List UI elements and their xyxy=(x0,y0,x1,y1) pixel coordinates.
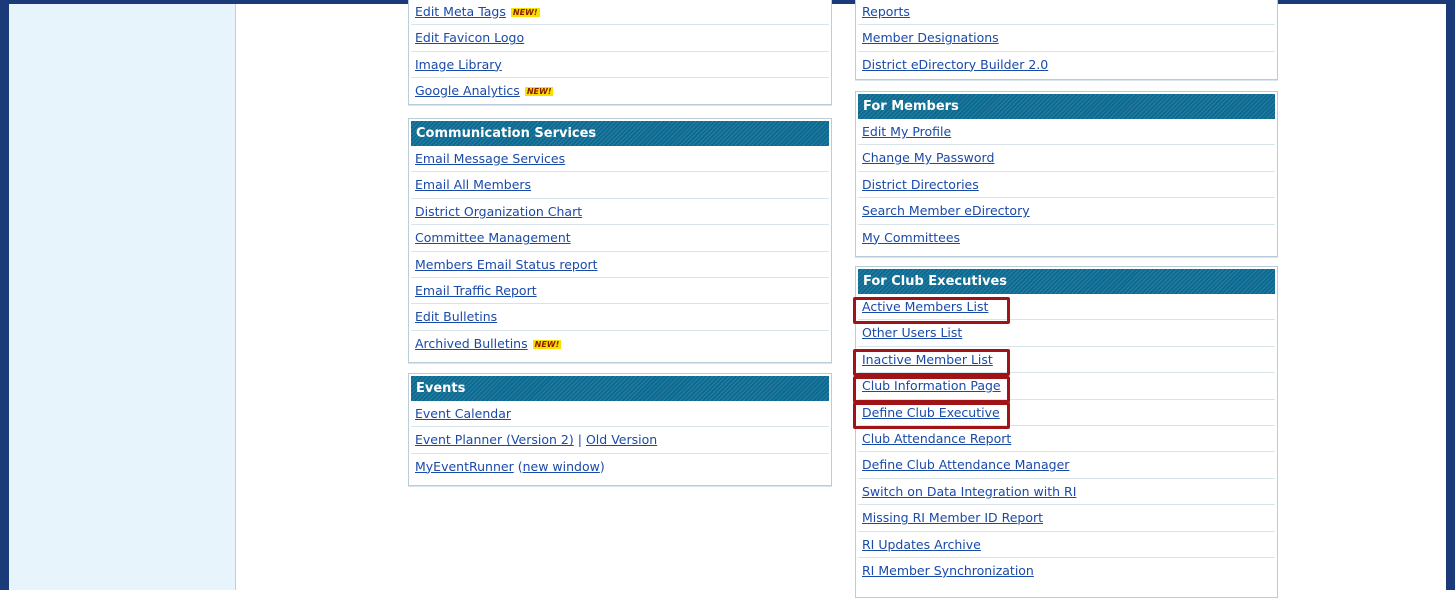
email-message-services-link[interactable]: Email Message Services xyxy=(415,151,565,166)
communication-services-header: Communication Services xyxy=(411,121,829,146)
menu-row: Search Member eDirectory xyxy=(858,198,1275,225)
active-members-list-link[interactable]: Active Members List xyxy=(862,299,988,314)
menu-row: MyEventRunner (new window) xyxy=(411,454,829,480)
menu-row: Change My Password xyxy=(858,145,1275,172)
communication-services-panel: Communication Services Email Message Ser… xyxy=(408,118,832,363)
my-committees-link[interactable]: My Committees xyxy=(862,230,960,245)
my-event-runner-link[interactable]: MyEventRunner xyxy=(415,459,514,474)
menu-row: Club Information Page xyxy=(858,373,1275,400)
menu-row: Edit Meta Tags NEW! xyxy=(411,0,829,26)
archived-bulletins-link[interactable]: Archived Bulletins xyxy=(415,336,528,351)
district-edirectory-builder-link[interactable]: District eDirectory Builder 2.0 xyxy=(862,57,1048,72)
inactive-member-list-link[interactable]: Inactive Member List xyxy=(862,352,993,367)
left-sidebar xyxy=(9,4,236,590)
menu-row: Member Designations xyxy=(858,25,1275,52)
other-users-list-link[interactable]: Other Users List xyxy=(862,325,962,340)
define-club-attendance-manager-link[interactable]: Define Club Attendance Manager xyxy=(862,457,1069,472)
website-tools-panel: Edit Meta Tags NEW! Edit Favicon Logo Ima… xyxy=(408,0,832,105)
menu-row: Google Analytics NEW! xyxy=(411,78,829,104)
edit-my-profile-link[interactable]: Edit My Profile xyxy=(862,124,951,139)
for-club-executives-panel: For Club Executives Active Members List … xyxy=(855,266,1278,598)
event-calendar-link[interactable]: Event Calendar xyxy=(415,406,511,421)
menu-row: Active Members List xyxy=(858,294,1275,321)
window-right-border xyxy=(1446,0,1455,590)
menu-row: Define Club Executive xyxy=(858,400,1275,426)
club-information-page-link[interactable]: Club Information Page xyxy=(862,378,1001,393)
for-members-panel: For Members Edit My Profile Change My Pa… xyxy=(855,91,1278,257)
district-organization-chart-link[interactable]: District Organization Chart xyxy=(415,204,582,219)
menu-row: Image Library xyxy=(411,52,829,79)
new-window-link[interactable]: new window xyxy=(523,459,600,474)
image-library-link[interactable]: Image Library xyxy=(415,57,502,72)
email-all-members-link[interactable]: Email All Members xyxy=(415,177,531,192)
menu-row: RI Updates Archive xyxy=(858,532,1275,558)
define-club-executive-link[interactable]: Define Club Executive xyxy=(862,405,1000,420)
members-email-status-report-link[interactable]: Members Email Status report xyxy=(415,257,598,272)
menu-row: Define Club Attendance Manager xyxy=(858,452,1275,479)
club-attendance-report-link[interactable]: Club Attendance Report xyxy=(862,431,1011,446)
menu-row: Email Message Services xyxy=(411,146,829,173)
menu-row: Edit Favicon Logo xyxy=(411,25,829,52)
window-left-border xyxy=(0,0,9,590)
menu-row: District Directories xyxy=(858,172,1275,199)
menu-row: District Organization Chart xyxy=(411,199,829,226)
switch-on-data-integration-link[interactable]: Switch on Data Integration with RI xyxy=(862,484,1076,499)
google-analytics-link[interactable]: Google Analytics xyxy=(415,83,520,98)
district-directories-link[interactable]: District Directories xyxy=(862,177,979,192)
menu-row: Missing RI Member ID Report xyxy=(858,505,1275,532)
edit-favicon-logo-link[interactable]: Edit Favicon Logo xyxy=(415,30,524,45)
reports-link[interactable]: Reports xyxy=(862,4,910,19)
ri-member-synchronization-link[interactable]: RI Member Synchronization xyxy=(862,563,1034,578)
menu-row: Club Attendance Report xyxy=(858,426,1275,453)
menu-row: Edit My Profile xyxy=(858,119,1275,146)
new-badge: NEW! xyxy=(524,87,554,97)
menu-row: Inactive Member List xyxy=(858,347,1275,374)
link-separator: | xyxy=(577,432,582,448)
email-traffic-report-link[interactable]: Email Traffic Report xyxy=(415,283,537,298)
committee-management-link[interactable]: Committee Management xyxy=(415,230,571,245)
menu-row: Edit Bulletins xyxy=(411,304,829,331)
edit-bulletins-link[interactable]: Edit Bulletins xyxy=(415,309,497,324)
event-planner-link[interactable]: Event Planner (Version 2) xyxy=(415,432,574,447)
menu-row: Switch on Data Integration with RI xyxy=(858,479,1275,506)
menu-row: Email All Members xyxy=(411,172,829,199)
menu-row: Email Traffic Report xyxy=(411,278,829,305)
search-member-edirectory-link[interactable]: Search Member eDirectory xyxy=(862,203,1030,218)
edit-meta-tags-link[interactable]: Edit Meta Tags xyxy=(415,4,506,19)
menu-row: My Committees xyxy=(858,225,1275,251)
menu-row: Other Users List xyxy=(858,320,1275,347)
old-version-link[interactable]: Old Version xyxy=(586,432,657,447)
menu-row: Members Email Status report xyxy=(411,252,829,278)
for-members-header: For Members xyxy=(858,94,1275,119)
events-panel: Events Event Calendar Event Planner (Ver… xyxy=(408,373,832,486)
for-club-executives-header: For Club Executives xyxy=(858,269,1275,294)
menu-row: Archived Bulletins NEW! xyxy=(411,331,829,357)
change-my-password-link[interactable]: Change My Password xyxy=(862,150,994,165)
menu-row: Event Planner (Version 2) | Old Version xyxy=(411,427,829,454)
new-badge: NEW! xyxy=(532,339,562,349)
ri-updates-archive-link[interactable]: RI Updates Archive xyxy=(862,537,981,552)
menu-row: Reports xyxy=(858,0,1275,26)
menu-row: Event Calendar xyxy=(411,401,829,428)
missing-ri-member-id-report-link[interactable]: Missing RI Member ID Report xyxy=(862,510,1043,525)
member-designations-link[interactable]: Member Designations xyxy=(862,30,999,45)
new-badge: NEW! xyxy=(510,8,540,17)
paren-close: ) xyxy=(599,458,605,474)
menu-row: District eDirectory Builder 2.0 xyxy=(858,52,1275,78)
reports-panel: Reports Member Designations District eDi… xyxy=(855,0,1278,80)
menu-row: RI Member Synchronization xyxy=(858,558,1275,584)
events-header: Events xyxy=(411,376,829,401)
menu-row: Committee Management xyxy=(411,225,829,252)
